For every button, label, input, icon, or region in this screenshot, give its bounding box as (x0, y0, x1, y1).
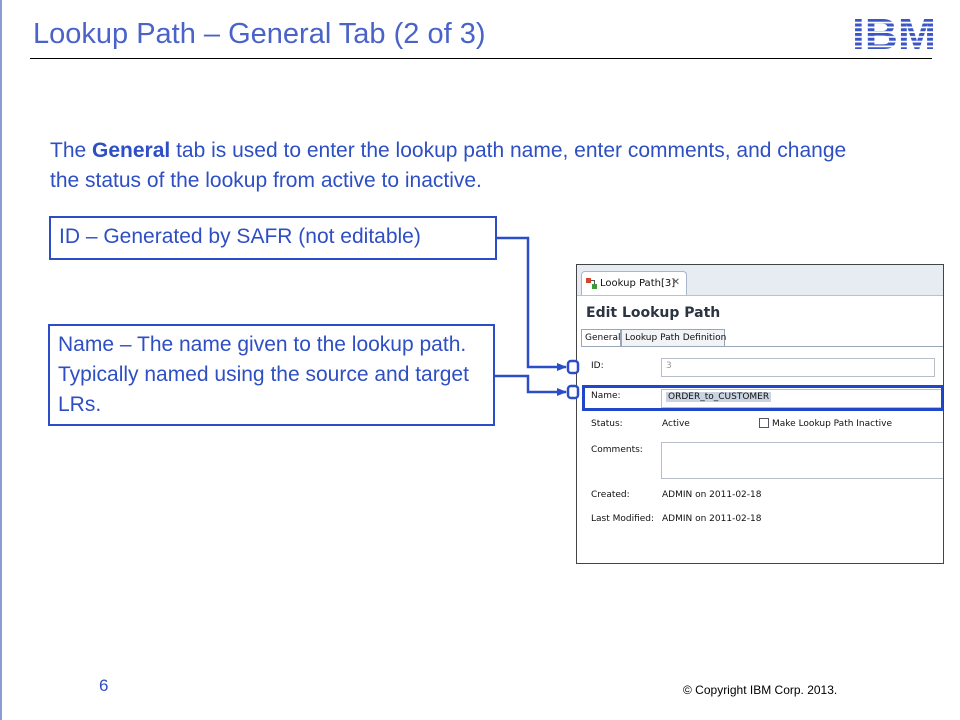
ibm-logo: IBM (852, 14, 936, 52)
comments-textarea[interactable] (661, 442, 943, 479)
ibm-logo-text: IBM (852, 14, 936, 52)
close-icon[interactable]: ✕ (672, 277, 680, 288)
id-label: ID: (591, 361, 604, 371)
title-divider (30, 58, 932, 59)
copyright-notice: © Copyright IBM Corp. 2013. (683, 683, 838, 697)
status-label: Status: (591, 419, 623, 429)
editor-tab-label: Lookup Path[3] (600, 278, 676, 289)
make-inactive-checkbox[interactable] (759, 418, 769, 428)
id-field: 3 (661, 358, 935, 377)
editor-tab-bar: Lookup Path[3] ✕ (577, 265, 943, 296)
lookup-path-editor-screenshot: Lookup Path[3] ✕ Edit Lookup Path Genera… (576, 264, 944, 564)
intro-bold-general: General (92, 139, 171, 162)
editor-heading: Edit Lookup Path (586, 305, 721, 321)
comments-label: Comments: (591, 445, 643, 455)
created-label: Created: (591, 490, 630, 500)
last-modified-label: Last Modified: (591, 514, 655, 524)
name-callout: Name – The name given to the lookup path… (48, 324, 495, 426)
name-connector-line (495, 374, 567, 396)
tab-general[interactable]: General (581, 329, 621, 347)
id-connector-line (497, 236, 567, 371)
slide-title: Lookup Path – General Tab (2 of 3) (33, 18, 486, 50)
editor-tab-lookup-path[interactable]: Lookup Path[3] ✕ (581, 271, 687, 295)
subtab-divider (581, 346, 943, 347)
page-number: 6 (99, 676, 109, 695)
last-modified-value: ADMIN on 2011-02-18 (662, 514, 762, 524)
created-value: ADMIN on 2011-02-18 (662, 490, 762, 500)
id-callout: ID – Generated by SAFR (not editable) (49, 216, 497, 260)
make-inactive-label[interactable]: Make Lookup Path Inactive (772, 419, 892, 429)
intro-prefix: The (50, 139, 93, 162)
intro-suffix: tab is used to enter the lookup path nam… (50, 139, 847, 192)
tab-lookup-path-definition[interactable]: Lookup Path Definition (621, 329, 726, 347)
status-value: Active (662, 419, 690, 429)
name-field-focus-highlight (582, 385, 943, 411)
lookup-path-icon (586, 278, 597, 289)
intro-paragraph: The General tab is used to enter the loo… (50, 136, 870, 196)
slide-left-border (0, 0, 2, 720)
